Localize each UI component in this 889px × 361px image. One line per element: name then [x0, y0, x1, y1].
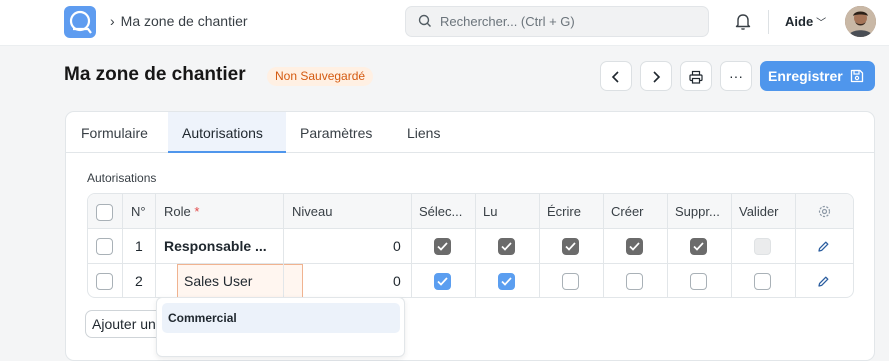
column-divider [411, 194, 412, 297]
read-permission-checkbox[interactable] [498, 273, 515, 290]
check-icon [501, 242, 512, 251]
submit-permission-checkbox [754, 238, 771, 255]
select-all-checkbox[interactable] [96, 204, 113, 221]
chevron-left-icon [611, 71, 619, 83]
row-number: 1 [135, 238, 143, 254]
chevron-right-icon [653, 71, 661, 83]
save-button-label: Enregistrer [768, 68, 843, 84]
search-input[interactable] [440, 7, 700, 36]
column-header-read: Lu [483, 204, 498, 219]
level-cell[interactable]: 0 [393, 264, 401, 297]
column-header-role-label: Role [164, 204, 191, 219]
search-bar[interactable] [405, 6, 709, 37]
page-title: Ma zone de chantier [64, 64, 246, 85]
delete-permission-checkbox[interactable] [690, 238, 707, 255]
column-divider [122, 194, 123, 297]
logo-icon [69, 10, 92, 34]
more-icon: ··· [729, 68, 743, 84]
previous-button[interactable] [600, 61, 632, 91]
required-marker: * [194, 204, 200, 219]
table-row[interactable]: 1 Responsable ... 0 [88, 229, 853, 264]
write-permission-checkbox[interactable] [562, 238, 579, 255]
tab-formulaire[interactable]: Formulaire [81, 125, 148, 141]
tab-parametres[interactable]: Paramètres [300, 125, 372, 141]
check-icon [693, 242, 704, 251]
create-permission-checkbox[interactable] [626, 238, 643, 255]
chevron-down-icon: ﹀ [816, 18, 827, 29]
column-divider [667, 194, 668, 297]
tab-autorisations[interactable]: Autorisations [182, 125, 263, 141]
check-icon [501, 277, 512, 286]
app-logo[interactable] [64, 6, 96, 38]
column-header-role: Role * [164, 194, 199, 229]
role-field-editing[interactable] [177, 264, 303, 297]
row-number: 2 [135, 273, 143, 289]
column-divider [731, 194, 732, 297]
delete-permission-checkbox[interactable] [690, 273, 707, 290]
permissions-table: N° Role * Niveau Sélec... Lu Écrire Crée… [87, 193, 854, 298]
row-checkbox[interactable] [96, 238, 113, 255]
pencil-icon[interactable] [817, 240, 830, 253]
submit-permission-checkbox[interactable] [754, 273, 771, 290]
help-menu[interactable]: Aide ﹀ [785, 14, 826, 29]
search-icon [418, 14, 431, 27]
read-permission-checkbox[interactable] [498, 238, 515, 255]
navbar-divider [768, 10, 769, 34]
tab-liens[interactable]: Liens [407, 125, 440, 141]
chevron-right-icon: › [110, 13, 115, 29]
level-cell[interactable]: 0 [393, 229, 401, 264]
dropdown-option-commercial[interactable]: Commercial [162, 303, 400, 333]
create-permission-checkbox[interactable] [626, 273, 643, 290]
column-divider [475, 194, 476, 297]
status-badge: Non Sauvegardé [267, 67, 374, 86]
column-divider [539, 194, 540, 297]
avatar-image [845, 6, 876, 37]
more-actions-button[interactable]: ··· [720, 61, 752, 91]
add-row-button[interactable]: Ajouter une ligne [85, 310, 165, 338]
save-button[interactable]: Enregistrer [760, 61, 875, 91]
column-header-write: Écrire [547, 204, 581, 219]
next-button[interactable] [640, 61, 672, 91]
gear-icon[interactable] [817, 204, 832, 219]
column-divider [283, 194, 284, 297]
breadcrumb[interactable]: › Ma zone de chantier [110, 13, 248, 29]
row-checkbox[interactable] [96, 273, 113, 290]
bell-icon[interactable] [734, 12, 752, 31]
help-label: Aide [785, 14, 814, 29]
check-icon [565, 242, 576, 251]
navbar: › Ma zone de chantier Aide﹀ [0, 0, 889, 46]
column-header-level: Niveau [292, 204, 333, 219]
column-header-no: N° [131, 204, 146, 219]
role-input[interactable] [184, 273, 296, 289]
print-button[interactable] [680, 61, 712, 91]
check-icon [437, 242, 448, 251]
check-icon [629, 242, 640, 251]
role-cell[interactable]: Responsable ... [164, 229, 267, 264]
user-avatar[interactable] [845, 6, 876, 37]
column-divider [603, 194, 604, 297]
column-header-delete: Suppr... [675, 204, 720, 219]
write-permission-checkbox[interactable] [562, 273, 579, 290]
select-permission-checkbox[interactable] [434, 238, 451, 255]
form-tabs: Formulaire Autorisations Paramètres Lien… [66, 112, 874, 153]
pencil-icon[interactable] [817, 275, 830, 288]
table-header-row: N° Role * Niveau Sélec... Lu Écrire Crée… [88, 194, 853, 229]
permissions-section-label: Autorisations [87, 171, 157, 185]
column-divider [155, 194, 156, 297]
role-autocomplete-dropdown: Commercial [156, 297, 405, 357]
column-header-select: Sélec... [419, 204, 463, 219]
printer-icon [689, 70, 703, 84]
column-header-create: Créer [611, 204, 644, 219]
column-divider [795, 194, 796, 297]
breadcrumb-label: Ma zone de chantier [120, 13, 248, 29]
select-permission-checkbox[interactable] [434, 273, 451, 290]
column-header-submit: Valider [739, 204, 779, 219]
table-row[interactable]: 2 0 [88, 264, 853, 297]
check-icon [437, 277, 448, 286]
save-icon [850, 69, 864, 83]
